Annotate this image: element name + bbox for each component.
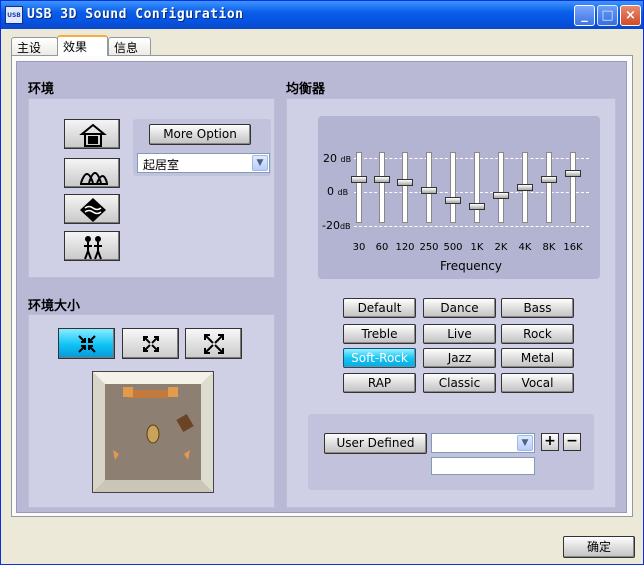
theater-icon[interactable] [64,119,120,149]
environment-size-title: 环境大小 [28,299,81,314]
eq-slider-250[interactable] [421,187,437,195]
tab-effects[interactable]: 效果 [57,35,108,56]
grid-line-mid [354,192,589,193]
eq-slider-16K[interactable] [565,169,581,177]
preset-metal-button[interactable]: Metal [501,348,574,368]
close-button[interactable]: × [620,5,641,26]
db-label-mid: 0 dB [327,185,349,198]
eq-slider-2K[interactable] [493,192,509,199]
user-defined-button[interactable]: User Defined [324,433,427,454]
preset-live-button[interactable]: Live [423,324,496,344]
remove-preset-button[interactable]: − [563,433,581,451]
app-window: USB USB 3D Sound Configuration _ □ × 主设置… [0,0,644,565]
size-medium-button[interactable] [122,328,179,359]
window-title: USB 3D Sound Configuration [27,7,244,22]
equalizer-title: 均衡器 [286,82,326,97]
maximize-button[interactable]: □ [597,5,618,26]
minimize-button[interactable]: _ [574,5,595,26]
title-bar[interactable]: USB USB 3D Sound Configuration _ □ × [1,1,643,29]
db-label-bottom: -20dB [322,219,351,232]
size-small-button[interactable] [58,328,115,359]
grid-line-top [354,158,589,159]
preset-jazz-button[interactable]: Jazz [423,348,496,368]
eq-slider-500[interactable] [445,196,461,204]
eq-slider-30[interactable] [351,176,367,183]
eq-track-60[interactable] [379,152,385,223]
environment-preset-select[interactable]: 起居室 ▼ [137,153,270,173]
add-preset-button[interactable]: + [541,433,559,451]
eq-slider-1K[interactable] [469,203,485,211]
preset-rap-button[interactable]: RAP [343,373,416,393]
preset-dance-button[interactable]: Dance [423,298,496,318]
db-label-top: 20 dB [323,152,352,165]
eq-track-8K[interactable] [546,152,552,223]
size-large-button[interactable] [185,328,242,359]
preset-vocal-button[interactable]: Vocal [501,373,574,393]
eq-track-16K[interactable] [570,152,576,223]
usb-app-icon: USB [5,6,23,24]
preset-bass-button[interactable]: Bass [501,298,574,318]
eq-slider-8K[interactable] [541,176,557,183]
frequency-axis-label: Frequency [440,259,502,273]
preset-default-button[interactable]: Default [343,298,416,318]
eq-slider-60[interactable] [374,176,390,183]
eq-track-500[interactable] [450,152,456,223]
eq-slider-4K[interactable] [517,184,533,191]
opera-house-icon[interactable] [64,158,120,188]
environment-preset-value: 起居室 [143,158,180,172]
user-preset-name-input[interactable] [431,457,535,475]
chevron-down-icon: ▼ [252,155,268,171]
eq-band-label: 16K [563,242,583,253]
user-preset-select[interactable]: ▼ [431,433,535,453]
preset-classic-button[interactable]: Classic [423,373,496,393]
arrows-wide-icon [204,334,224,354]
eq-track-120[interactable] [402,152,408,223]
arrows-outward-icon [143,336,159,352]
eq-slider-120[interactable] [397,179,413,187]
chevron-down-icon: ▼ [517,435,533,451]
preset-rock-button[interactable]: Rock [501,324,574,344]
outdoor-people-icon[interactable] [64,231,120,261]
underwater-icon[interactable] [64,194,120,224]
preset-soft-rock-button[interactable]: Soft-Rock [343,348,416,368]
eq-track-30[interactable] [356,152,362,223]
ok-button[interactable]: 确定 [563,536,635,558]
environment-title: 环境 [28,82,55,97]
eq-track-2K[interactable] [498,152,504,223]
grid-line-bottom [354,226,589,227]
eq-track-1K[interactable] [474,152,480,223]
more-option-button[interactable]: More Option [149,124,251,145]
preset-treble-button[interactable]: Treble [343,324,416,344]
tab-info[interactable]: 信息 [108,37,151,55]
room-preview [92,371,214,493]
arrows-inward-icon [78,335,96,353]
tab-main-settings[interactable]: 主设置 [11,37,58,72]
